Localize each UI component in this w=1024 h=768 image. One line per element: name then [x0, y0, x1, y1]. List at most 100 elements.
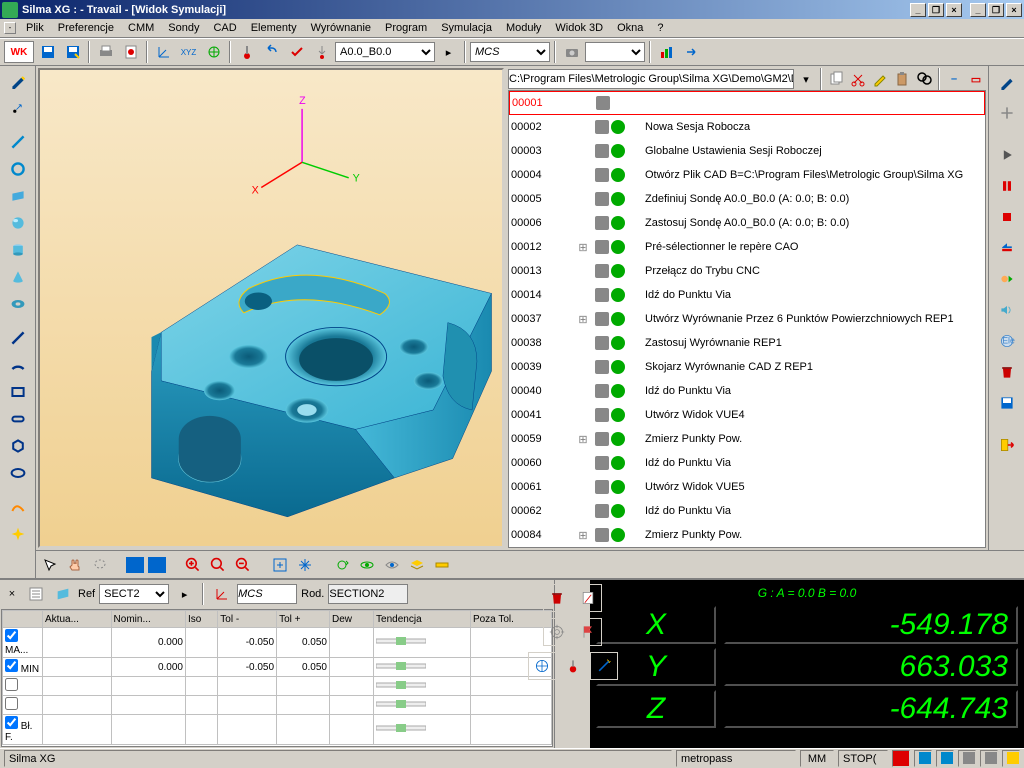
- minimize-button[interactable]: _: [910, 3, 926, 17]
- pan-icon[interactable]: [293, 554, 316, 576]
- wk-button[interactable]: WK: [4, 41, 34, 63]
- menu-symulacja[interactable]: Symulacja: [435, 20, 498, 36]
- line-tool-icon[interactable]: [3, 129, 33, 155]
- cross-icon[interactable]: [992, 99, 1022, 127]
- system-menu-button[interactable]: -: [4, 22, 16, 34]
- orbit-icon[interactable]: [355, 554, 378, 576]
- note-icon[interactable]: [574, 584, 602, 612]
- pause-icon[interactable]: [992, 172, 1022, 200]
- style2-icon[interactable]: [147, 556, 167, 574]
- row-check[interactable]: [5, 629, 18, 642]
- menu-wyrownanie[interactable]: Wyrównanie: [305, 20, 377, 36]
- cs-combo[interactable]: MCS: [470, 42, 550, 62]
- menu-help[interactable]: ?: [651, 20, 669, 36]
- rotate-icon[interactable]: [330, 554, 353, 576]
- spark-tool-icon[interactable]: [3, 521, 33, 547]
- program-row[interactable]: 00061Utwórz Widok VUE5: [509, 475, 985, 499]
- menu-moduly[interactable]: Moduły: [500, 20, 547, 36]
- fit-icon[interactable]: [268, 554, 291, 576]
- program-list[interactable]: 0000100002Nowa Sesja Robocza00003Globaln…: [508, 90, 986, 548]
- zoomfit-icon[interactable]: [206, 554, 229, 576]
- move-point-icon[interactable]: [3, 95, 33, 121]
- step-icon[interactable]: [992, 265, 1022, 293]
- undo-button[interactable]: [260, 41, 283, 63]
- arc-tool-icon[interactable]: [3, 352, 33, 378]
- curve-tool-icon[interactable]: [3, 494, 33, 520]
- torus-tool-icon[interactable]: [3, 291, 33, 317]
- menu-cad[interactable]: CAD: [207, 20, 242, 36]
- table-row[interactable]: [3, 677, 552, 696]
- probe2-icon[interactable]: [559, 652, 587, 680]
- find-icon[interactable]: [914, 69, 934, 89]
- save-as-button[interactable]: [61, 41, 84, 63]
- view-icon[interactable]: [380, 554, 403, 576]
- xyz-button[interactable]: XYZ: [177, 41, 200, 63]
- hand-icon[interactable]: [63, 554, 86, 576]
- program-row[interactable]: 00041Utwórz Widok VUE4: [509, 403, 985, 427]
- row-check[interactable]: [5, 678, 18, 691]
- plane-tool-icon[interactable]: [3, 183, 33, 209]
- view-combo[interactable]: [585, 42, 645, 62]
- program-row[interactable]: 00084⊞Zmierz Punkty Pow.: [509, 523, 985, 547]
- report-button[interactable]: [119, 41, 142, 63]
- sound-icon[interactable]: [992, 296, 1022, 324]
- cursor-icon[interactable]: [38, 554, 61, 576]
- menu-okna[interactable]: Okna: [611, 20, 649, 36]
- table-row[interactable]: MIN0.000-0.0500.050: [3, 658, 552, 677]
- menu-preferencje[interactable]: Preferencje: [52, 20, 120, 36]
- measure-icon[interactable]: [430, 554, 453, 576]
- lasso-icon[interactable]: [88, 554, 111, 576]
- elem-icon[interactable]: Elem: [992, 327, 1022, 355]
- camera-button[interactable]: [560, 41, 583, 63]
- delete-icon[interactable]: [992, 358, 1022, 386]
- flag-icon[interactable]: [574, 618, 602, 646]
- pen-tool-icon[interactable]: [3, 68, 33, 94]
- zoomout-icon[interactable]: [231, 554, 254, 576]
- hex-tool-icon[interactable]: [3, 433, 33, 459]
- probe-combo[interactable]: A0.0_B0.0: [335, 42, 435, 62]
- program-row[interactable]: 00003Globalne Ustawienia Sesji Roboczej: [509, 139, 985, 163]
- export-button[interactable]: [680, 41, 703, 63]
- target2-icon[interactable]: [528, 652, 556, 680]
- layers-icon[interactable]: [405, 554, 428, 576]
- axes-button[interactable]: [152, 41, 175, 63]
- program-row[interactable]: 00005Zdefiniuj Sondę A0.0_B0.0 (A: 0.0; …: [509, 187, 985, 211]
- results-table[interactable]: Aktua...Nomin...IsoTol -Tol +DewTendencj…: [1, 609, 553, 747]
- ref-combo[interactable]: SECT2: [99, 584, 169, 604]
- wand-icon[interactable]: [590, 652, 618, 680]
- 3d-viewport[interactable]: Z X Y: [38, 68, 504, 548]
- rod-input[interactable]: [328, 584, 408, 604]
- program-row[interactable]: 00060Idź do Punktu Via: [509, 451, 985, 475]
- table-row[interactable]: MA...0.000-0.0500.050: [3, 628, 552, 658]
- cs2-input[interactable]: [237, 584, 297, 604]
- probe-drop-button[interactable]: ▸: [437, 41, 460, 63]
- close-results-icon[interactable]: ×: [4, 586, 20, 602]
- program-row[interactable]: 00001: [509, 91, 985, 115]
- circle-tool-icon[interactable]: [3, 156, 33, 182]
- line2-tool-icon[interactable]: [3, 325, 33, 351]
- play-icon[interactable]: [992, 141, 1022, 169]
- mdi-restore-button[interactable]: ❐: [988, 3, 1004, 17]
- target-icon[interactable]: [543, 618, 571, 646]
- zoomin-icon[interactable]: [181, 554, 204, 576]
- path-drop-button[interactable]: ▾: [796, 69, 816, 89]
- program-row[interactable]: 00040Idź do Punktu Via: [509, 379, 985, 403]
- menu-widok3d[interactable]: Widok 3D: [549, 20, 609, 36]
- program-row[interactable]: 00004Otwórz Plik CAD B=C:\Program Files\…: [509, 163, 985, 187]
- rect-tool-icon[interactable]: [3, 379, 33, 405]
- axes2-icon[interactable]: [210, 583, 233, 605]
- restore-button[interactable]: ❐: [928, 3, 944, 17]
- program-row[interactable]: 00059⊞Zmierz Punkty Pow.: [509, 427, 985, 451]
- pen2-icon[interactable]: [992, 68, 1022, 96]
- menu-cmm[interactable]: CMM: [122, 20, 160, 36]
- style1-icon[interactable]: [125, 556, 145, 574]
- menu-plik[interactable]: Plik: [20, 20, 50, 36]
- chart-button[interactable]: [655, 41, 678, 63]
- stop-icon[interactable]: [992, 203, 1022, 231]
- exit-icon[interactable]: [992, 431, 1022, 459]
- menu-program[interactable]: Program: [379, 20, 433, 36]
- program-row[interactable]: 00014Idź do Punktu Via: [509, 283, 985, 307]
- row-check[interactable]: [5, 697, 18, 710]
- coords-button[interactable]: [202, 41, 225, 63]
- feature-icon[interactable]: [51, 583, 74, 605]
